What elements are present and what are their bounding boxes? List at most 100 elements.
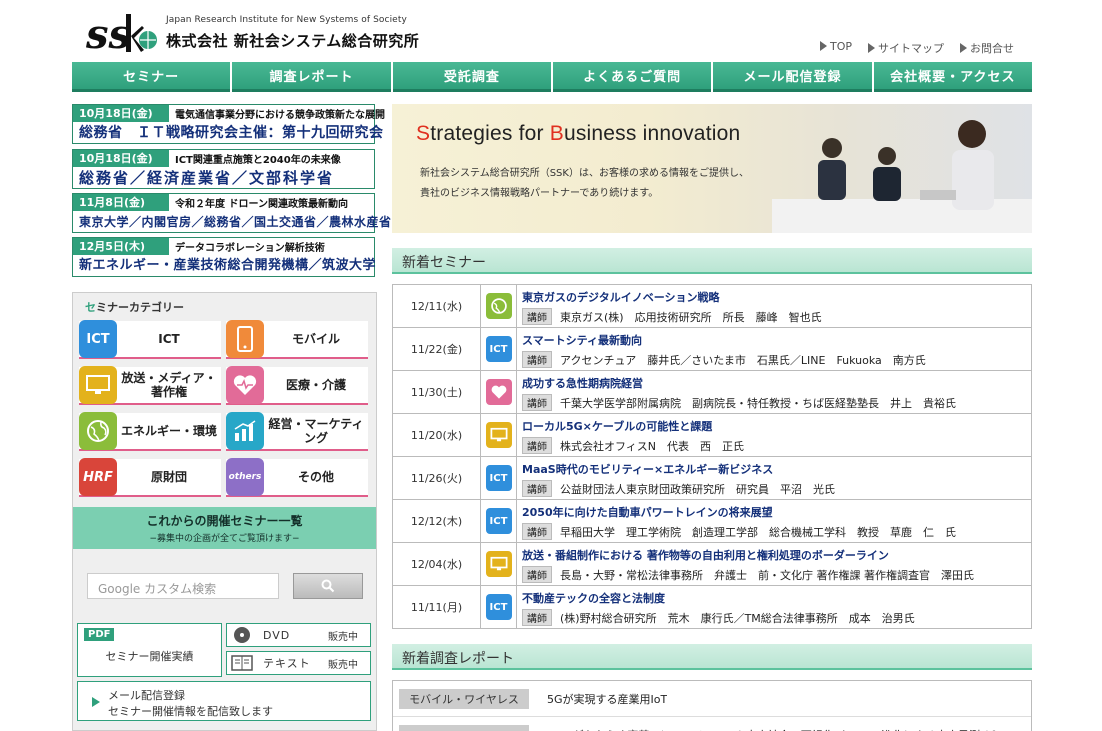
mail-signup-link[interactable]: メール配信登録 セミナー開催情報を配信致します xyxy=(77,681,371,721)
category-management[interactable]: 経営・マーケティング xyxy=(226,412,368,451)
seminar-speaker: 講師 公益財団法人東京財団政策研究所 研究員 平沼 光氏 xyxy=(522,480,1031,497)
banner-date: 12月5日(木) xyxy=(73,238,169,255)
ict-icon: ICT xyxy=(485,336,512,362)
seminar-title-link[interactable]: 東京ガスのデジタルイノベーション戦略 xyxy=(522,289,1031,305)
heart-icon xyxy=(485,379,512,405)
bar-chart-icon xyxy=(226,412,264,450)
category-ict[interactable]: ICT ICT xyxy=(79,320,221,359)
seminar-row[interactable]: 12/11(水) 東京ガスのデジタルイノベーション戦略 講師 東京ガス(株) 応用技術… xyxy=(393,285,1031,328)
seminar-title-link[interactable]: MaaS時代のモビリティー×エネルギー新ビジネス xyxy=(522,461,1031,477)
dvd-sales-link[interactable]: DVD 販売中 xyxy=(226,623,371,647)
nav-faq[interactable]: よくあるご質問 xyxy=(552,62,712,92)
book-icon xyxy=(231,655,253,671)
nav-contract-research[interactable]: 受託調査 xyxy=(392,62,551,92)
seminar-date: 12/11(水) xyxy=(393,285,481,327)
triangle-icon xyxy=(92,697,100,707)
banner-title: 総務省 ＩＴ戦略研究会主催：第十九回研究会 xyxy=(79,125,384,141)
utility-links: TOP サイトマップ お問合せ xyxy=(820,40,1014,56)
seminar-speaker: 講師 東京ガス(株) 応用技術研究所 所長 藤峰 智也氏 xyxy=(522,308,1031,325)
seminar-title-link[interactable]: ローカル5G×ケーブルの可能性と課題 xyxy=(522,418,1031,434)
seminar-banner[interactable]: 10月18日(金) 電気通信事業分野における競争政策新たな展開 総務省 ＩＴ戦略研… xyxy=(72,104,385,144)
ssk-logo[interactable]: ss xyxy=(86,8,158,58)
category-media[interactable]: 放送・メディア・著作権 xyxy=(79,366,221,405)
report-category: モバイル・ワイヤレス xyxy=(399,688,529,709)
seminar-date: 11/20(水) xyxy=(393,414,481,456)
seminar-title-link[interactable]: 成功する急性期病院経営 xyxy=(522,375,1031,391)
heart-icon xyxy=(226,366,264,404)
util-link-top[interactable]: TOP xyxy=(820,40,852,56)
seminar-row[interactable]: 12/12(木) ICT 2050年に向けた自動車パワートレインの将来展望 講師 早稲田… xyxy=(393,500,1031,543)
report-title-link[interactable]: 5Gが実現する産業用IoT xyxy=(547,691,667,707)
globe-icon xyxy=(485,293,512,319)
category-hara-foundation[interactable]: HRF 原財団 xyxy=(79,458,221,497)
seminar-title-link[interactable]: スマートシティ最新動向 xyxy=(522,332,1031,348)
text-sales-link[interactable]: テキスト 販売中 xyxy=(226,651,371,675)
banner-subtitle: データコラボレーション解析技術 xyxy=(175,243,325,254)
category-energy[interactable]: エネルギー・環境 xyxy=(79,412,221,451)
seminar-record-pdf-link[interactable]: PDF セミナー開催実績 xyxy=(77,623,222,677)
report-category xyxy=(399,724,529,731)
upcoming-seminars-link[interactable]: これからの開催セミナー一覧 −募集中の企画が全てご覧頂けます− xyxy=(73,507,376,549)
company-english-name: Japan Research Institute for New Systems… xyxy=(166,15,407,25)
triangle-icon xyxy=(960,43,968,53)
report-row[interactable]: "5G"がもたらす変革(イノベーション)＆未来社会の可視化／"5G"の進化による… xyxy=(393,717,1031,731)
seminar-speaker: 講師 アクセンチュア 藤井氏／さいたま市 石黒氏／LINE Fukuoka 南方氏 xyxy=(522,351,1031,368)
nav-company[interactable]: 会社概要・アクセス xyxy=(873,62,1032,92)
report-list: モバイル・ワイヤレス 5Gが実現する産業用IoT "5G"がもたらす変革(イノベーシ… xyxy=(392,680,1032,731)
seminar-row[interactable]: 11/20(水) ローカル5G×ケーブルの可能性と課題 講師 株式会社オフィスN 代表… xyxy=(393,414,1031,457)
seminar-row[interactable]: 11/30(土) 成功する急性期病院経営 講師 千葉大学医学部附属病院 副病院長・特任… xyxy=(393,371,1031,414)
ict-icon: ICT xyxy=(485,594,512,620)
banner-subtitle: 令和２年度 ドローン関連政策最新動向 xyxy=(175,199,348,210)
seminar-title-link[interactable]: 放送・番組制作における 著作物等の自由利用と権利処理のボーダーライン xyxy=(522,547,1031,563)
speaker-label: 講師 xyxy=(522,609,552,626)
seminar-speaker: 講師 早稲田大学 理工学術院 創造理工学部 総合機械工学科 教授 草鹿 仁 氏 xyxy=(522,523,1031,540)
upcoming-subtitle: −募集中の企画が全てご覧頂けます− xyxy=(149,534,300,544)
seminar-speaker: 講師 千葉大学医学部附属病院 副病院長・特任教授・ちば医経塾塾長 井上 貴裕氏 xyxy=(522,394,1031,411)
seminar-date: 12/04(水) xyxy=(393,543,481,585)
ict-icon: ICT xyxy=(485,508,512,534)
report-title-link[interactable]: "5G"がもたらす変革(イノベーション)＆未来社会の可視化／"5G"の進化による… xyxy=(547,727,1002,731)
company-name[interactable]: 株式会社 新社会システム総合研究所 xyxy=(166,30,419,51)
others-icon: others xyxy=(226,458,264,496)
seminar-date: 11/22(金) xyxy=(393,328,481,370)
nav-reports[interactable]: 調査レポート xyxy=(232,62,391,92)
seminar-banner[interactable]: 10月18日(金) ICT関連重点施策と2040年の未来像 総務省／経済産業省／文… xyxy=(72,149,375,189)
seminar-date: 12/12(木) xyxy=(393,500,481,542)
hero-title: Strategies for Business innovation xyxy=(416,122,741,145)
banner-date: 10月18日(金) xyxy=(73,105,169,122)
seminar-banner[interactable]: 12月5日(木) データコラボレーション解析技術 新エネルギー・産業技術総合開発機… xyxy=(72,237,377,277)
nav-seminar[interactable]: セミナー xyxy=(72,62,231,92)
triangle-icon xyxy=(820,41,827,51)
business-people-photo xyxy=(772,120,1032,233)
seminar-row[interactable]: 12/04(水) 放送・番組制作における 著作物等の自由利用と権利処理のボーダーラ… xyxy=(393,543,1031,586)
dvd-icon xyxy=(234,627,250,643)
ict-icon: ICT xyxy=(485,465,512,491)
category-mobile[interactable]: モバイル xyxy=(226,320,368,359)
seminar-banner[interactable]: 11月8日(金) 令和２年度 ドローン関連政策最新動向 東京大学／内閣官房／総務省… xyxy=(72,193,392,233)
seminar-list: 12/11(水) 東京ガスのデジタルイノベーション戦略 講師 東京ガス(株) 応用技術… xyxy=(392,284,1032,629)
seminar-speaker: 講師 (株)野村総合研究所 荒木 康行氏／TM総合法律事務所 成本 治男氏 xyxy=(522,609,1031,626)
banner-title: 新エネルギー・産業技術総合開発機構／筑波大学 xyxy=(79,258,377,273)
category-medical[interactable]: 医療・介護 xyxy=(226,366,368,405)
util-link-contact[interactable]: お問合せ xyxy=(960,40,1014,56)
seminar-category-panel: セミナーカテゴリー ICT ICT モバイル 放送・メディア・著作権 医療・介護 xyxy=(72,292,377,731)
speaker-label: 講師 xyxy=(522,523,552,540)
search-icon xyxy=(321,579,335,593)
seminar-title-link[interactable]: 不動産テックの全容と法制度 xyxy=(522,590,1031,606)
search-input[interactable]: Google カスタム検索 xyxy=(87,573,279,599)
seminar-date: 11/30(土) xyxy=(393,371,481,413)
category-title: セミナーカテゴリー xyxy=(85,301,184,314)
banner-date: 10月18日(金) xyxy=(73,150,169,167)
banner-subtitle: ICT関連重点施策と2040年の未来像 xyxy=(175,155,341,166)
report-row[interactable]: モバイル・ワイヤレス 5Gが実現する産業用IoT xyxy=(393,681,1031,717)
banner-title: 東京大学／内閣官房／総務省／国土交通省／農林水産省 xyxy=(79,215,392,229)
seminar-title-link[interactable]: 2050年に向けた自動車パワートレインの将来展望 xyxy=(522,504,1031,520)
seminar-row[interactable]: 11/26(火) ICT MaaS時代のモビリティー×エネルギー新ビジネス 講師 公益財… xyxy=(393,457,1031,500)
seminar-row[interactable]: 11/22(金) ICT スマートシティ最新動向 講師 アクセンチュア 藤井氏／さいたま… xyxy=(393,328,1031,371)
seminar-row[interactable]: 11/11(月) ICT 不動産テックの全容と法制度 講師 (株)野村総合研究所 荒木 … xyxy=(393,586,1031,629)
hrf-icon: HRF xyxy=(79,458,117,496)
category-others[interactable]: others その他 xyxy=(226,458,368,497)
nav-mail-signup[interactable]: メール配信登録 xyxy=(713,62,872,92)
search-button[interactable] xyxy=(293,573,363,599)
util-link-sitemap[interactable]: サイトマップ xyxy=(868,40,944,56)
